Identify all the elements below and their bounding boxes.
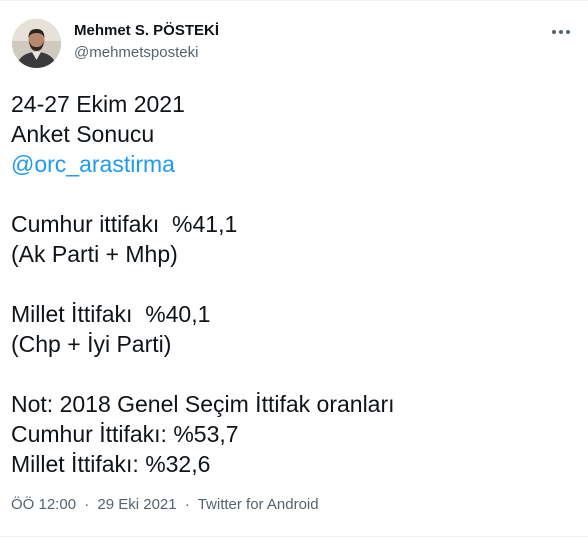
- separator: ·: [184, 496, 190, 513]
- avatar-image: [12, 19, 61, 68]
- more-options-button[interactable]: [546, 20, 576, 44]
- more-horizontal-icon: [552, 30, 556, 34]
- tweet-line: Not: 2018 Genel Seçim İttifak oranları: [11, 391, 395, 417]
- tweet-line: Cumhur İttifakı: %53,7: [11, 421, 239, 447]
- more-dot: [559, 30, 563, 34]
- tweet-line: Cumhur ittifakı %41,1: [11, 211, 238, 237]
- tweet: Mehmet S. PÖSTEKİ @mehmetsposteki 24-27 …: [0, 0, 588, 538]
- avatar[interactable]: [12, 19, 61, 68]
- tweet-line: Millet İttifakı: %32,6: [11, 451, 211, 477]
- tweet-time[interactable]: ÖÖ 12:00: [11, 496, 76, 513]
- tweet-line: (Chp + İyi Parti): [11, 331, 172, 357]
- tweet-line: (Ak Parti + Mhp): [11, 241, 178, 267]
- separator: ·: [84, 496, 90, 513]
- tweet-source[interactable]: Twitter for Android: [198, 496, 319, 513]
- author-handle[interactable]: @mehmetsposteki: [74, 43, 219, 63]
- mention-link[interactable]: @orc_arastirma: [11, 149, 577, 179]
- bottom-divider: [0, 536, 588, 537]
- tweet-line: Anket Sonucu: [11, 121, 155, 147]
- author-info: Mehmet S. PÖSTEKİ @mehmetsposteki: [74, 21, 219, 63]
- author-display-name[interactable]: Mehmet S. PÖSTEKİ: [74, 21, 219, 41]
- more-dot: [566, 30, 570, 34]
- tweet-text: 24-27 Ekim 2021 Anket Sonucu @orc_arasti…: [11, 89, 577, 479]
- tweet-line: Millet İttifakı %40,1: [11, 301, 211, 327]
- tweet-date[interactable]: 29 Eki 2021: [97, 496, 176, 513]
- tweet-line: 24-27 Ekim 2021: [11, 91, 185, 117]
- tweet-metadata: ÖÖ 12:00 · 29 Eki 2021 · Twitter for And…: [11, 495, 319, 515]
